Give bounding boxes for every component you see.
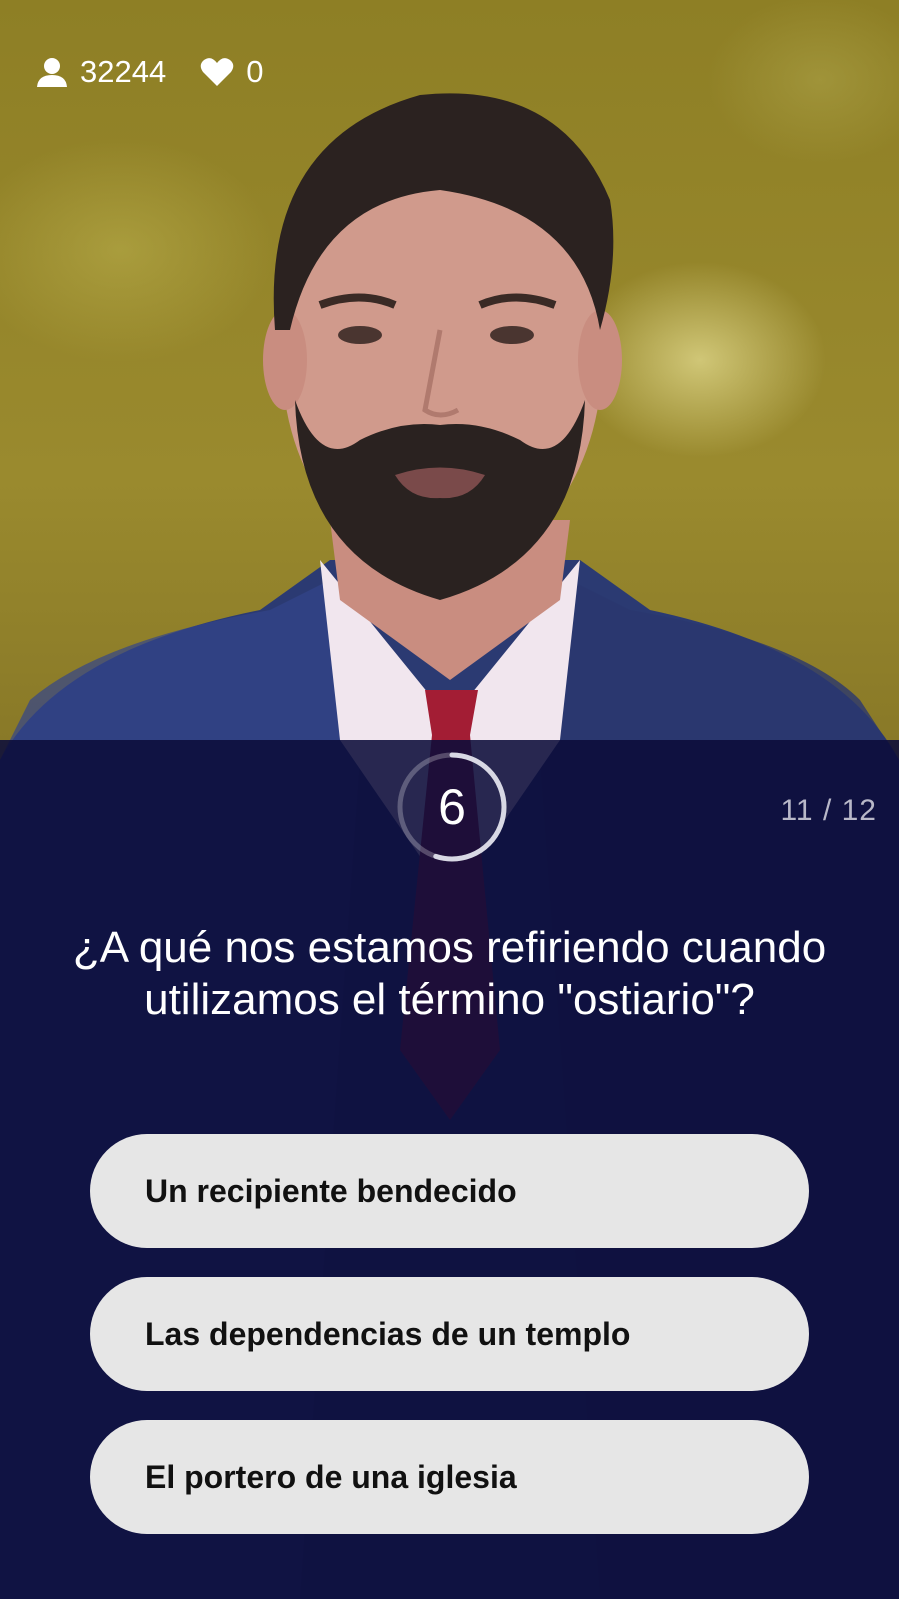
likes-stat[interactable]: 0 (200, 54, 263, 90)
stats-bar: 32244 0 (36, 52, 297, 92)
viewers-stat: 32244 (36, 54, 166, 90)
timer-seconds: 6 (438, 779, 466, 835)
question-progress: 11 / 12 (780, 794, 877, 827)
answer-option-1[interactable]: Un recipiente bendecido (90, 1134, 809, 1248)
answer-list: Un recipiente bendecido Las dependencias… (90, 1134, 809, 1563)
question-text: ¿A qué nos estamos refiriendo cuando uti… (72, 923, 827, 1024)
answer-option-2[interactable]: Las dependencias de un templo (90, 1277, 809, 1391)
answer-option-3[interactable]: El portero de una iglesia (90, 1420, 809, 1534)
person-icon (37, 58, 67, 87)
heart-icon (200, 58, 234, 86)
countdown-timer: 6 (393, 748, 511, 866)
viewers-count: 32244 (80, 54, 167, 89)
likes-count: 0 (246, 54, 264, 89)
